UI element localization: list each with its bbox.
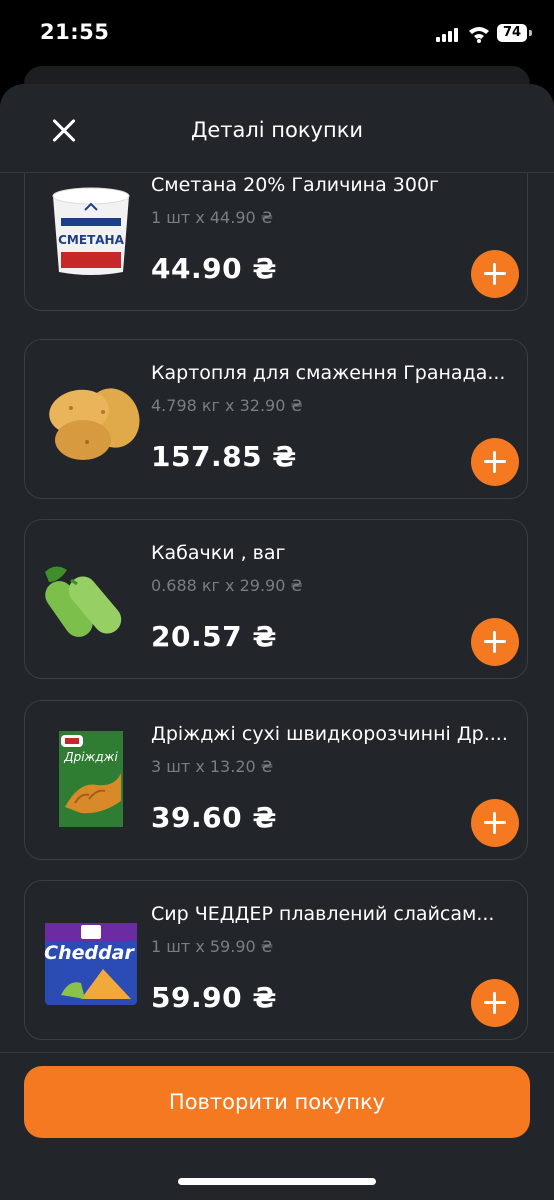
add-to-cart-button[interactable]: [471, 250, 519, 298]
page-title: Деталі покупки: [190, 118, 364, 142]
item-price: 157.85 ₴: [151, 440, 297, 473]
status-time: 21:55: [40, 20, 110, 44]
list-item: Кабачки , ваг 0.688 кг x 29.90 ₴ 20.57 ₴: [24, 519, 528, 679]
item-quantity: 0.688 кг x 29.90 ₴: [151, 576, 303, 595]
add-to-cart-button[interactable]: [471, 438, 519, 486]
item-price: 44.90 ₴: [151, 252, 277, 285]
list-item: СМЕТАНА Сметана 20% Галичина 300г 1 шт x…: [24, 173, 528, 311]
add-to-cart-button[interactable]: [471, 979, 519, 1027]
item-name: Дріжджі сухі швидкорозчинні Др....: [151, 723, 508, 745]
item-quantity: 1 шт x 44.90 ₴: [151, 208, 274, 227]
item-quantity: 3 шт x 13.20 ₴: [151, 757, 274, 776]
sheet-header: Деталі покупки: [0, 84, 554, 173]
yeast-pack-icon: Дріжджі: [59, 731, 123, 827]
battery-tip: [529, 30, 532, 36]
item-price: 39.60 ₴: [151, 801, 277, 834]
item-name: Кабачки , ваг: [151, 542, 286, 564]
item-price: 20.57 ₴: [151, 620, 277, 653]
wifi-icon: [469, 27, 489, 43]
cheddar-pack-icon: Cheddar: [44, 923, 137, 1005]
list-item: Картопля для смаження Гранада... 4.798 к…: [24, 339, 528, 499]
item-name: Картопля для смаження Гранада...: [151, 362, 506, 384]
potatoes-icon: [49, 388, 140, 460]
item-quantity: 4.798 кг x 32.90 ₴: [151, 396, 303, 415]
item-quantity: 1 шт x 59.90 ₴: [151, 937, 274, 956]
list-item: Дріжджі Дріжджі сухі швидкорозчинні Др..…: [24, 700, 528, 860]
home-indicator: [178, 1178, 376, 1185]
svg-text:Дріжджі: Дріжджі: [63, 750, 118, 764]
footer-divider: [0, 1052, 554, 1053]
battery-icon: 74: [497, 24, 527, 42]
list-item: Cheddar Сир ЧЕДДЕР плавлений слайсам... …: [24, 880, 528, 1040]
svg-text:Cheddar: Cheddar: [44, 942, 135, 964]
svg-text:СМЕТАНА: СМЕТАНА: [58, 233, 124, 247]
repeat-purchase-button[interactable]: Повторити покупку: [24, 1066, 530, 1138]
item-name: Сметана 20% Галичина 300г: [151, 174, 440, 196]
purchase-items-list[interactable]: СМЕТАНА Сметана 20% Галичина 300г 1 шт x…: [0, 173, 554, 1053]
purchase-details-sheet: Деталі покупки СМЕТАНА Сметана 20% Галич…: [0, 84, 554, 1200]
zucchini-icon: [45, 566, 122, 637]
add-to-cart-button[interactable]: [471, 618, 519, 666]
status-bar: 21:55 74: [0, 0, 554, 64]
sour-cream-cup-icon: СМЕТАНА: [52, 187, 130, 275]
add-to-cart-button[interactable]: [471, 799, 519, 847]
cellular-signal-icon: [436, 28, 460, 42]
item-price: 59.90 ₴: [151, 981, 277, 1014]
item-name: Сир ЧЕДДЕР плавлений слайсам...: [151, 903, 495, 925]
